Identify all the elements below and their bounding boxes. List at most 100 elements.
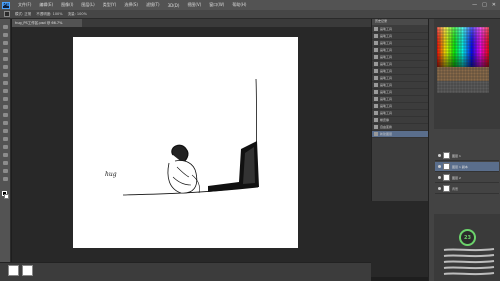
layer-row-active[interactable]: 图层 1 副本: [435, 162, 499, 172]
brush-preset-picker[interactable]: [4, 11, 10, 17]
hand-tool-icon[interactable]: [3, 169, 8, 173]
close-button[interactable]: ✕: [492, 2, 496, 8]
new-layer-icon: [374, 132, 378, 136]
history-item[interactable]: 画笔工具: [372, 47, 429, 54]
type-tool-icon[interactable]: [3, 145, 8, 149]
visibility-eye-icon[interactable]: [438, 165, 441, 168]
opacity-option[interactable]: 不透明度: 100%: [36, 12, 62, 17]
brush-tool-icon[interactable]: [3, 81, 8, 85]
transform-icon: [374, 125, 378, 129]
history-item[interactable]: 画笔工具: [372, 82, 429, 89]
layers-panel: 图层 1 图层 1 副本 图层 2 背景: [434, 129, 500, 214]
menu-edit[interactable]: 编辑(E): [39, 2, 53, 8]
zoom-tool-icon[interactable]: [3, 177, 8, 181]
visibility-eye-icon[interactable]: [438, 176, 441, 179]
right-panel-dock: 图层 1 图层 1 副本 图层 2 背景 23: [434, 19, 500, 281]
document-tab[interactable]: hug_PS工作区.psd @ 66.7%: [12, 19, 82, 27]
document-canvas[interactable]: [73, 37, 298, 248]
history-item[interactable]: 画笔工具: [372, 61, 429, 68]
menu-file[interactable]: 文件(F): [18, 2, 31, 8]
menu-3d[interactable]: 3D(D): [168, 3, 180, 8]
window-controls: — □ ✕: [472, 2, 500, 8]
visibility-eye-icon[interactable]: [438, 154, 441, 157]
photoshop-logo: Ps: [2, 1, 10, 9]
brush-icon: [374, 48, 378, 52]
tools-panel: [0, 19, 11, 281]
swatches-grid[interactable]: [437, 27, 489, 93]
menu-view[interactable]: 视图(V): [187, 2, 201, 8]
document-tab-bar: hug_PS工作区.psd @ 66.7%: [12, 19, 432, 27]
menu-layer[interactable]: 图层(L): [81, 2, 94, 8]
marquee-tool-icon[interactable]: [3, 33, 8, 37]
brush-icon: [374, 97, 378, 101]
brush-icon: [374, 111, 378, 115]
history-item[interactable]: 画笔工具: [372, 110, 429, 117]
menu-select[interactable]: 选择(S): [124, 2, 138, 8]
menu-filter[interactable]: 滤镜(T): [146, 2, 160, 8]
eyedropper-tool-icon[interactable]: [3, 65, 8, 69]
quick-select-tool-icon[interactable]: [3, 49, 8, 53]
lasso-tool-icon[interactable]: [3, 41, 8, 45]
brush-icon: [374, 27, 378, 31]
flow-option[interactable]: 流量: 100%: [68, 12, 87, 17]
history-item[interactable]: 自由变换: [372, 124, 429, 131]
preview-thumbnail-1[interactable]: [8, 265, 19, 276]
layer-row[interactable]: 图层 1: [435, 151, 499, 161]
mode-option[interactable]: 模式: 正常: [15, 12, 31, 17]
history-item[interactable]: 橡皮擦: [372, 117, 429, 124]
brush-icon: [374, 55, 378, 59]
history-item[interactable]: 画笔工具: [372, 33, 429, 40]
brush-panel: 23: [434, 217, 500, 281]
eraser-icon: [374, 118, 378, 122]
gradient-tool-icon[interactable]: [3, 113, 8, 117]
background-color-swatch[interactable]: [4, 194, 9, 199]
layer-row[interactable]: 背景: [435, 184, 499, 194]
history-item[interactable]: 画笔工具: [372, 40, 429, 47]
brush-size-badge[interactable]: 23: [459, 229, 476, 246]
menu-type[interactable]: 类型(Y): [103, 2, 117, 8]
crop-tool-icon[interactable]: [3, 57, 8, 61]
layer-thumbnail: [443, 152, 450, 159]
brush-icon: [374, 41, 378, 45]
move-tool-icon[interactable]: [3, 25, 8, 29]
blur-tool-icon[interactable]: [3, 121, 8, 125]
visibility-eye-icon[interactable]: [438, 187, 441, 190]
brush-icon: [374, 76, 378, 80]
sketch-illustration: [122, 78, 259, 196]
dodge-tool-icon[interactable]: [3, 129, 8, 133]
history-item[interactable]: 画笔工具: [372, 75, 429, 82]
menu-help[interactable]: 帮助(H): [232, 2, 246, 8]
stamp-tool-icon[interactable]: [3, 89, 8, 93]
history-panel-title: 历史记录: [372, 19, 429, 25]
history-brush-tool-icon[interactable]: [3, 97, 8, 101]
brush-icon: [374, 34, 378, 38]
path-select-tool-icon[interactable]: [3, 153, 8, 157]
options-bar: 模式: 正常 不透明度: 100% 流量: 100%: [0, 10, 500, 19]
history-panel: 历史记录 画笔工具 画笔工具 画笔工具 画笔工具 画笔工具 画笔工具 画笔工具 …: [371, 19, 429, 201]
history-item[interactable]: 画笔工具: [372, 96, 429, 103]
pen-tool-icon[interactable]: [3, 137, 8, 141]
history-item[interactable]: 画笔工具: [372, 68, 429, 75]
layer-thumbnail: [443, 185, 450, 192]
maximize-button[interactable]: □: [482, 2, 487, 8]
preview-thumbnail-2[interactable]: [22, 265, 33, 276]
eraser-tool-icon[interactable]: [3, 105, 8, 109]
history-item-active[interactable]: 新建图层: [372, 131, 429, 138]
minimize-button[interactable]: —: [472, 2, 477, 8]
layer-row[interactable]: 图层 2: [435, 173, 499, 183]
history-item[interactable]: 画笔工具: [372, 103, 429, 110]
brush-icon: [374, 69, 378, 73]
brush-strokes-preview[interactable]: [442, 247, 496, 281]
brush-icon: [374, 62, 378, 66]
history-item[interactable]: 画笔工具: [372, 54, 429, 61]
brush-icon: [374, 104, 378, 108]
brush-icon: [374, 83, 378, 87]
menu-image[interactable]: 图像(I): [61, 2, 73, 8]
menu-bar: Ps 文件(F) 编辑(E) 图像(I) 图层(L) 类型(Y) 选择(S) 滤…: [0, 0, 500, 10]
history-item[interactable]: 画笔工具: [372, 89, 429, 96]
history-item[interactable]: 画笔工具: [372, 26, 429, 33]
healing-tool-icon[interactable]: [3, 73, 8, 77]
menu-window[interactable]: 窗口(W): [209, 2, 224, 8]
shape-tool-icon[interactable]: [3, 161, 8, 165]
layer-thumbnail: [443, 163, 450, 170]
